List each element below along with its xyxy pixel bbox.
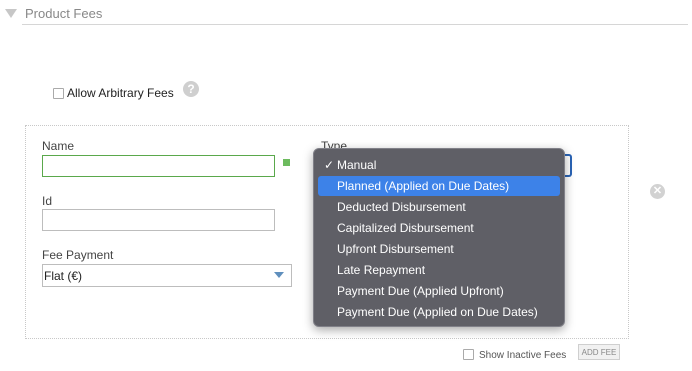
name-label: Name (42, 139, 75, 153)
fee-payment-label: Fee Payment (42, 248, 114, 262)
menu-item-payment-due-upfront[interactable]: Payment Due (Applied Upfront) (318, 281, 560, 301)
menu-item-label: Capitalized Disbursement (337, 221, 474, 235)
section-title: Product Fees (25, 6, 103, 21)
menu-item-manual[interactable]: ✓ Manual (318, 155, 560, 175)
checkmark-icon: ✓ (324, 158, 335, 172)
divider (22, 24, 688, 25)
name-input[interactable] (42, 155, 275, 177)
menu-item-planned[interactable]: Planned (Applied on Due Dates) (318, 176, 560, 196)
menu-item-label: Deducted Disbursement (337, 200, 466, 214)
type-dropdown-menu[interactable]: ✓ Manual Planned (Applied on Due Dates) … (313, 148, 565, 327)
show-inactive-fees-checkbox[interactable] (463, 349, 474, 360)
menu-item-label: Late Repayment (337, 263, 426, 277)
menu-item-label: Manual (337, 158, 377, 172)
add-fee-button[interactable]: ADD FEE (578, 344, 620, 360)
id-label: Id (42, 194, 53, 208)
collapse-triangle-icon[interactable] (5, 9, 17, 18)
menu-item-deducted-disbursement[interactable]: Deducted Disbursement (318, 197, 560, 217)
menu-item-label: Payment Due (Applied Upfront) (337, 284, 504, 298)
valid-indicator-icon (283, 159, 290, 166)
menu-item-payment-due-due-dates[interactable]: Payment Due (Applied on Due Dates) (318, 302, 560, 322)
remove-fee-icon[interactable]: ✕ (650, 184, 665, 199)
id-input[interactable] (42, 209, 275, 231)
menu-item-label: Payment Due (Applied on Due Dates) (337, 305, 538, 319)
menu-item-label: Upfront Disbursement (337, 242, 454, 256)
help-icon[interactable]: ? (183, 81, 199, 97)
menu-item-upfront-disbursement[interactable]: Upfront Disbursement (318, 239, 560, 259)
menu-item-label: Planned (Applied on Due Dates) (337, 179, 510, 193)
show-inactive-fees-label: Show Inactive Fees (479, 350, 567, 361)
allow-arbitrary-fees-label: Allow Arbitrary Fees (67, 86, 174, 100)
chevron-down-icon[interactable] (274, 272, 284, 278)
menu-item-late-repayment[interactable]: Late Repayment (318, 260, 560, 280)
fee-payment-value: Flat (€) (44, 269, 83, 283)
allow-arbitrary-fees-checkbox[interactable] (53, 88, 64, 99)
menu-item-capitalized-disbursement[interactable]: Capitalized Disbursement (318, 218, 560, 238)
section-header[interactable]: Product Fees (0, 0, 692, 26)
